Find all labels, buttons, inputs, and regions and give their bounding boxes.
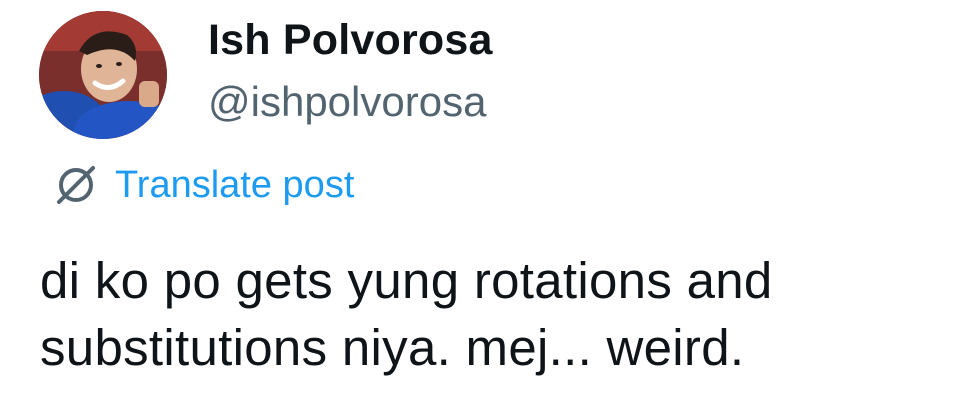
post-text-line: di ko po gets yung rotations and: [40, 252, 773, 309]
post-text: di ko po gets yung rotations and substit…: [40, 247, 940, 381]
author-display-name[interactable]: Ish Polvorosa: [208, 16, 493, 65]
translate-post-link[interactable]: Translate post: [53, 160, 354, 210]
translate-post-label[interactable]: Translate post: [115, 164, 354, 207]
translate-icon: [53, 162, 99, 208]
author-handle[interactable]: @ishpolvorosa: [208, 78, 486, 126]
post-text-line: substitutions niya. mej... weird.: [40, 319, 745, 376]
avatar[interactable]: [39, 11, 167, 139]
user-avatar-icon: [39, 11, 167, 139]
